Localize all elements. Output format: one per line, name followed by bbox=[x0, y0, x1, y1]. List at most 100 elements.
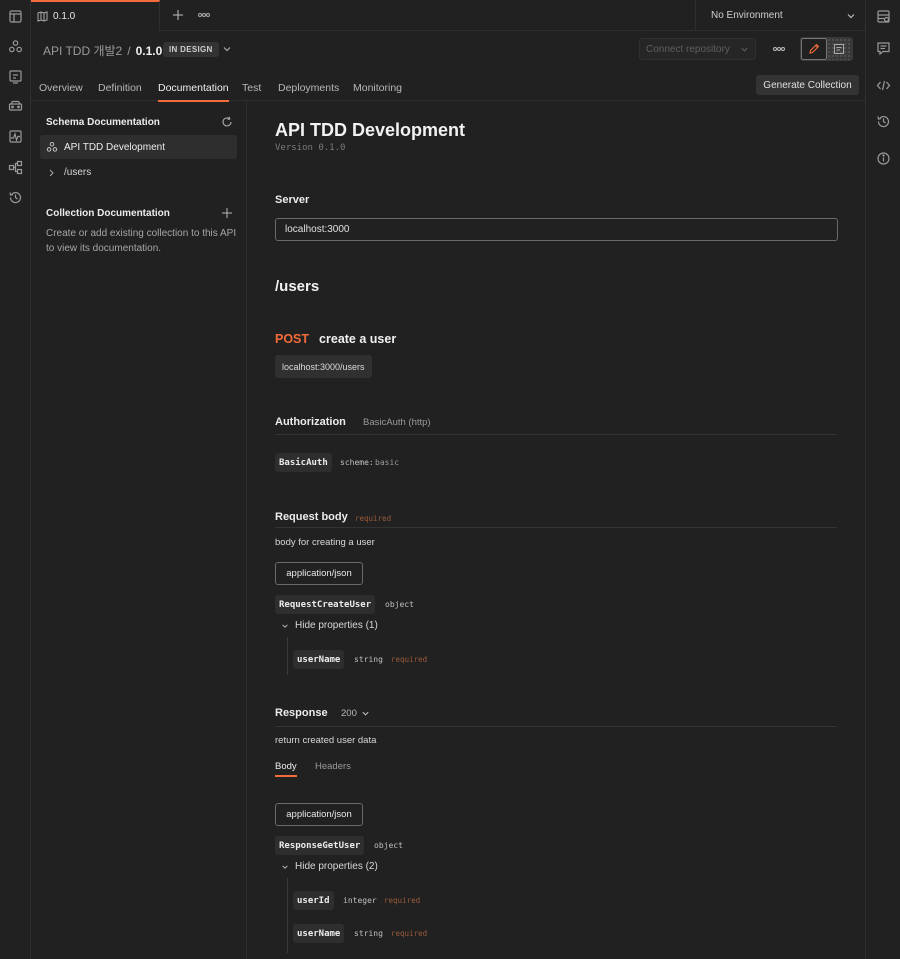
chevron-down-icon bbox=[362, 711, 369, 716]
server-select[interactable]: localhost:3000 bbox=[275, 218, 838, 241]
scheme-key: scheme: bbox=[340, 458, 374, 467]
property-name: userName bbox=[293, 924, 345, 943]
environment-label: No Environment bbox=[711, 10, 783, 21]
tab-documentation[interactable]: Documentation bbox=[158, 82, 229, 102]
scheme-value: basic bbox=[375, 458, 400, 467]
pencil-icon bbox=[809, 43, 820, 54]
version-text: Version 0.1.0 bbox=[275, 143, 346, 153]
mock-servers-icon[interactable] bbox=[8, 99, 23, 114]
status-badge[interactable]: IN DESIGN bbox=[163, 42, 219, 57]
history-icon[interactable] bbox=[8, 190, 23, 205]
chevron-down-icon bbox=[282, 623, 288, 628]
breadcrumb: API TDD 개발2 / 0.1.0 bbox=[43, 42, 162, 59]
plus-icon[interactable] bbox=[221, 207, 233, 219]
hide-properties-toggle[interactable]: Hide properties (2) bbox=[281, 861, 378, 872]
properties-guide-line bbox=[287, 878, 288, 953]
authorization-label: Authorization bbox=[275, 416, 346, 428]
documentation-content: API TDD Development Version 0.1.0 Server… bbox=[247, 101, 865, 959]
property-type: string bbox=[354, 655, 383, 664]
breadcrumb-api-name[interactable]: API TDD 개발2 bbox=[43, 42, 122, 59]
response-label: Response bbox=[275, 707, 328, 719]
monitors-icon[interactable] bbox=[8, 129, 23, 144]
required-badge: required bbox=[391, 655, 428, 664]
property-type: string bbox=[354, 929, 383, 938]
api-version-icon bbox=[37, 11, 48, 22]
sidebar-item-label: API TDD Development bbox=[64, 141, 165, 153]
code-icon[interactable] bbox=[876, 78, 891, 93]
response-status-selector[interactable]: 200 bbox=[341, 708, 370, 719]
api-icon bbox=[46, 141, 58, 152]
breadcrumb-separator: / bbox=[127, 43, 131, 58]
request-schema-name: RequestCreateUser bbox=[275, 595, 376, 614]
properties-guide-line bbox=[287, 637, 288, 675]
collection-documentation-description: Create or add existing collection to thi… bbox=[46, 228, 237, 254]
changelog-icon[interactable] bbox=[876, 114, 891, 129]
tab-test[interactable]: Test bbox=[242, 82, 261, 100]
plus-icon[interactable] bbox=[171, 8, 185, 22]
response-status-code: 200 bbox=[341, 708, 357, 719]
view-mode-button[interactable] bbox=[826, 38, 852, 60]
sidebar-item-api-tdd-development[interactable]: API TDD Development bbox=[40, 135, 237, 159]
tab-response-body[interactable]: Body bbox=[275, 761, 297, 777]
tab-monitoring[interactable]: Monitoring bbox=[353, 82, 402, 100]
collection-documentation-title: Collection Documentation bbox=[46, 208, 170, 219]
environments-icon[interactable] bbox=[8, 69, 23, 84]
property-name: userName bbox=[293, 650, 345, 669]
sidebar-item-users[interactable]: /users bbox=[48, 167, 91, 178]
operation-summary: create a user bbox=[319, 332, 397, 346]
endpoint-url[interactable]: localhost:3000/users bbox=[275, 355, 372, 378]
connect-repository-button[interactable]: Connect repository bbox=[639, 38, 756, 60]
request-body-label: Request body bbox=[275, 511, 348, 523]
server-label: Server bbox=[275, 194, 310, 206]
chevron-down-icon bbox=[282, 864, 288, 869]
divider bbox=[275, 527, 837, 528]
operation-heading: POST create a user bbox=[275, 332, 396, 346]
apis-icon[interactable] bbox=[8, 39, 23, 54]
divider bbox=[275, 726, 837, 727]
page-title: API TDD Development bbox=[275, 120, 466, 140]
required-badge: required bbox=[384, 896, 421, 905]
info-icon[interactable] bbox=[876, 151, 891, 166]
more-icon[interactable] bbox=[197, 10, 211, 20]
tab-overview[interactable]: Overview bbox=[39, 82, 83, 100]
request-media-type-button[interactable]: application/json bbox=[275, 562, 363, 585]
tab-bar: 0.1.0 No Environment bbox=[31, 0, 865, 31]
response-schema-name: ResponseGetUser bbox=[275, 836, 365, 855]
auth-type: BasicAuth (http) bbox=[363, 417, 431, 428]
response-schema-type: object bbox=[374, 841, 403, 850]
generate-collection-button[interactable]: Generate Collection bbox=[756, 75, 859, 95]
request-schema-type: object bbox=[385, 600, 414, 609]
response-media-type-button[interactable]: application/json bbox=[275, 803, 363, 826]
right-icon-rail bbox=[865, 0, 900, 959]
security-scheme-name: BasicAuth bbox=[275, 453, 332, 472]
refresh-icon[interactable] bbox=[221, 116, 233, 128]
more-options-icon[interactable] bbox=[772, 45, 786, 53]
hide-properties-label: Hide properties (2) bbox=[295, 861, 378, 872]
tab-deployments[interactable]: Deployments bbox=[278, 82, 339, 100]
edit-view-toggle bbox=[800, 37, 853, 61]
hide-properties-toggle[interactable]: Hide properties (1) bbox=[281, 620, 378, 631]
environment-quick-look-icon[interactable] bbox=[876, 9, 891, 24]
edit-mode-button[interactable] bbox=[801, 38, 827, 60]
path-heading: /users bbox=[275, 278, 320, 295]
comments-icon[interactable] bbox=[876, 41, 891, 56]
flows-icon[interactable] bbox=[8, 160, 23, 175]
chevron-right-icon bbox=[49, 169, 54, 176]
comment-view-icon bbox=[834, 44, 845, 54]
environment-selector[interactable]: No Environment bbox=[695, 0, 865, 31]
tab-definition[interactable]: Definition bbox=[98, 82, 142, 100]
tab-response-headers[interactable]: Headers bbox=[315, 761, 351, 772]
collections-icon[interactable] bbox=[8, 9, 23, 24]
tab-version[interactable]: 0.1.0 bbox=[31, 0, 160, 31]
response-description: return created user data bbox=[275, 735, 377, 746]
http-method: POST bbox=[275, 332, 310, 346]
api-subtabs: Overview Definition Documentation Test D… bbox=[31, 67, 865, 102]
hide-properties-label: Hide properties (1) bbox=[295, 620, 378, 631]
chevron-down-icon[interactable] bbox=[222, 44, 232, 54]
property-type: integer bbox=[343, 896, 377, 905]
connect-repository-label: Connect repository bbox=[646, 43, 730, 55]
documentation-sidebar: Schema Documentation API TDD Development… bbox=[31, 101, 247, 959]
property-name: userId bbox=[293, 891, 334, 910]
required-badge: required bbox=[391, 929, 428, 938]
chevron-down-icon bbox=[847, 13, 855, 18]
